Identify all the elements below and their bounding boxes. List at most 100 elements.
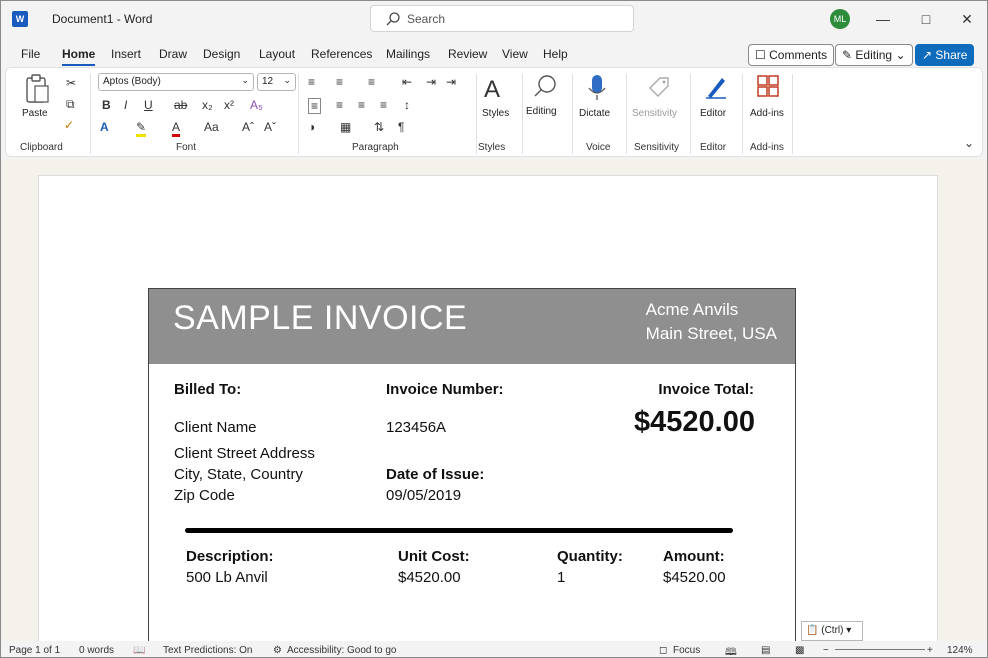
text-predictions-status[interactable]: Text Predictions: On [163,645,252,656]
accessibility-status[interactable]: Accessibility: Good to go [287,645,397,656]
add-ins-icon[interactable] [756,74,780,100]
web-layout-icon[interactable]: ▩ [795,645,804,656]
word-count[interactable]: 0 words [79,645,114,656]
bullets-icon[interactable]: ≡ [308,75,315,89]
pencil-icon: ✎ [842,48,853,62]
tab-mailings[interactable]: Mailings [386,47,430,61]
group-clipboard-label: Clipboard [20,142,63,153]
focus-mode[interactable]: Focus [673,645,700,656]
line-spacing-icon[interactable]: ↕ [404,98,410,112]
borders-icon[interactable]: ▦ [340,120,351,134]
tab-home[interactable]: Home [62,47,96,66]
align-left-icon[interactable]: ≡ [308,98,322,114]
column-unit-cost: Unit Cost: [398,548,470,565]
tab-references[interactable]: References [311,47,372,61]
text-effects-icon[interactable]: A [100,120,109,134]
font-size-select[interactable]: 12 ⌄ [257,73,296,91]
add-ins-button[interactable]: Add-ins [750,108,784,119]
read-mode-icon[interactable]: 🕮 [725,645,737,657]
client-city: City, State, Country [174,466,303,483]
strikethrough-icon[interactable]: ab [174,98,187,112]
minimize-button[interactable]: — [870,7,896,31]
clear-formatting-icon[interactable]: A₅ [250,98,263,112]
shrink-font-icon[interactable]: Aˇ [264,120,276,134]
tab-view[interactable]: View [502,47,528,61]
page-count[interactable]: Page 1 of 1 [9,645,60,656]
zoom-slider[interactable] [835,649,925,650]
multilevel-list-icon[interactable]: ≡ [368,75,375,89]
highlight-icon[interactable]: ✎ [136,120,147,137]
subscript-icon[interactable]: x₂ [202,98,213,112]
maximize-button[interactable]: □ [913,7,939,31]
justify-icon[interactable]: ≡ [380,98,387,112]
font-name-select[interactable]: Aptos (Body) ⌄ [98,73,254,91]
align-right-icon[interactable]: ≡ [358,98,365,112]
sensitivity-icon[interactable] [646,74,670,100]
decrease-indent-icon[interactable]: ⇤ [402,75,412,89]
proofing-icon[interactable]: 📖 [133,645,145,656]
font-size-value: 12 [262,76,274,87]
comments-button[interactable]: ☐ Comments [748,44,835,66]
numbering-icon[interactable]: ≡ [336,75,343,89]
underline-icon[interactable]: U [144,98,153,112]
grow-font-icon[interactable]: Aˆ [242,120,254,134]
italic-icon[interactable]: I [124,98,127,112]
sensitivity-button[interactable]: Sensitivity [632,108,677,119]
collapse-ribbon-icon[interactable]: ⌄ [964,136,974,150]
zoom-level[interactable]: 124% [947,645,973,656]
word-app-icon[interactable]: W [12,11,28,27]
microphone-icon[interactable] [588,74,606,102]
client-name: Client Name [174,419,257,436]
change-case-icon[interactable]: Aa [204,120,219,134]
editing-button[interactable]: Editing [526,106,557,117]
zoom-in-icon[interactable]: + [927,645,933,656]
client-zip: Zip Code [174,487,235,504]
group-add-ins-label: Add-ins [750,142,784,153]
editor-icon[interactable] [704,74,728,100]
invoice-table[interactable]: SAMPLE INVOICE Acme Anvils Main Street, … [148,288,796,657]
print-layout-icon[interactable]: ▤ [761,645,770,656]
pilcrow-icon[interactable]: ¶ [398,120,404,134]
styles-icon[interactable]: A [484,76,500,104]
tab-help[interactable]: Help [543,47,568,61]
find-icon[interactable] [532,74,558,100]
editing-mode-button[interactable]: ✎ Editing ⌄ [835,44,913,66]
zoom-out-icon[interactable]: − [823,645,829,656]
bold-icon[interactable]: B [102,98,111,112]
tab-draw[interactable]: Draw [159,47,187,61]
cut-icon[interactable]: ✂ [66,76,76,90]
status-bar: Page 1 of 1 0 words 📖 Text Predictions: … [1,641,987,657]
chevron-down-icon: ▾ [846,625,852,636]
align-center-icon[interactable]: ≡ [336,98,343,112]
format-painter-icon[interactable]: ✓ [64,118,74,132]
search-box[interactable]: Search [370,5,634,32]
increase-indent-icon[interactable]: ⇥ [426,75,436,89]
tab-layout[interactable]: Layout [259,47,295,61]
tab-insert[interactable]: Insert [111,47,141,61]
paste-button[interactable]: Paste [22,108,48,119]
document-canvas[interactable]: SAMPLE INVOICE Acme Anvils Main Street, … [1,159,987,657]
tab-review[interactable]: Review [448,47,487,61]
close-button[interactable]: ✕ [954,7,980,31]
copy-icon[interactable]: ⧉ [66,97,75,111]
paste-options-button[interactable]: 📋 (Ctrl) ▾ [801,621,863,641]
sort-icon[interactable]: ⇅ [374,120,384,134]
document-page[interactable]: SAMPLE INVOICE Acme Anvils Main Street, … [38,175,938,657]
tab-design[interactable]: Design [203,47,240,61]
share-button[interactable]: ↗ Share [915,44,975,66]
editor-button[interactable]: Editor [700,108,726,119]
focus-icon[interactable]: ◻ [659,645,667,656]
indent-icon[interactable]: ⇥ [446,75,456,89]
paste-icon[interactable] [24,74,50,104]
group-sensitivity-label: Sensitivity [634,142,680,153]
accessibility-icon[interactable]: ⚙ [273,645,282,656]
company-info: Acme Anvils Main Street, USA [646,298,777,346]
styles-button[interactable]: Styles [482,108,509,119]
shading-icon[interactable]: ◑ [308,120,315,134]
font-color-icon[interactable]: A [172,120,181,137]
tab-file[interactable]: File [21,47,40,61]
clipboard-icon: 📋 [806,625,819,636]
user-avatar[interactable]: ML [830,9,850,29]
dictate-button[interactable]: Dictate [579,108,610,119]
superscript-icon[interactable]: x² [224,98,234,112]
